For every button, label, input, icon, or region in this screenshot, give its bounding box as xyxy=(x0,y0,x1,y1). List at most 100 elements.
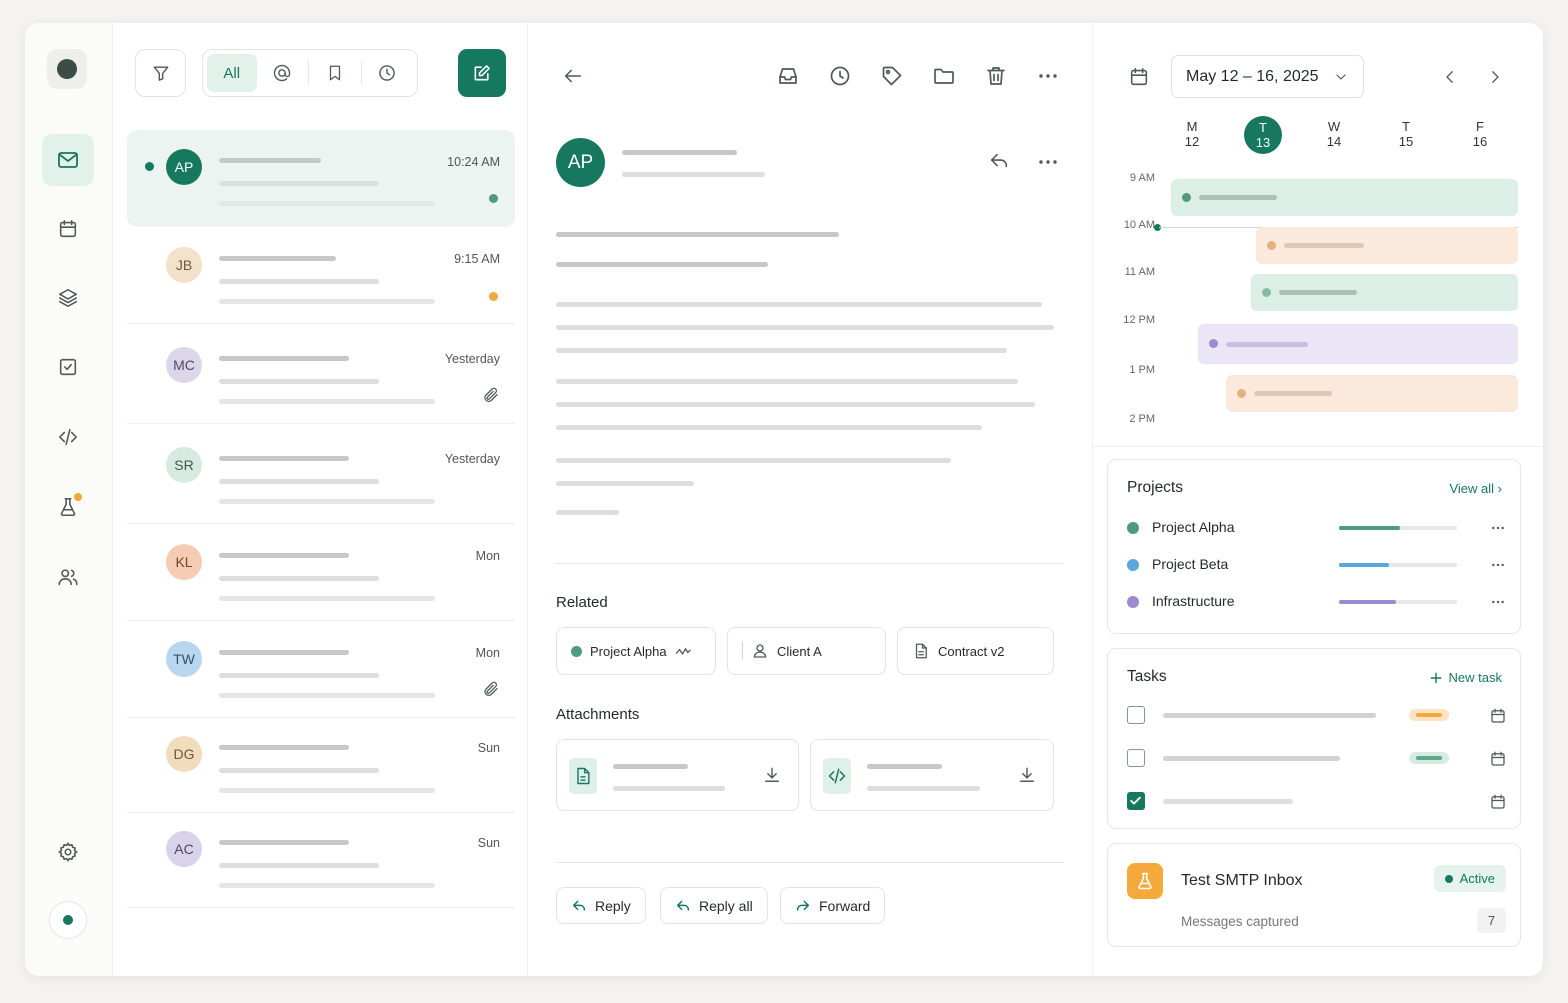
event-dot xyxy=(1182,193,1191,202)
calendar-event[interactable] xyxy=(1226,375,1518,412)
reply-icon-button[interactable] xyxy=(988,150,1010,172)
trash-icon xyxy=(987,67,1005,85)
rail-tasks-button[interactable] xyxy=(42,341,94,393)
sender-name-placeholder xyxy=(219,553,349,558)
tab-snoozed[interactable] xyxy=(361,54,413,92)
more-horizontal-icon[interactable] xyxy=(1489,520,1507,536)
view-all-link[interactable]: View all › xyxy=(1449,481,1502,496)
calendar-event[interactable] xyxy=(1198,324,1518,364)
rail-layers-button[interactable] xyxy=(42,272,94,324)
mail-list-item[interactable]: KL Mon xyxy=(127,525,515,621)
task-checkbox-checked[interactable] xyxy=(1127,792,1145,810)
back-button[interactable] xyxy=(562,65,584,87)
download-button[interactable] xyxy=(762,765,782,785)
calendar-icon[interactable] xyxy=(1489,793,1507,811)
day-column[interactable]: T 15 xyxy=(1386,119,1426,149)
more-horizontal-icon[interactable] xyxy=(1489,557,1507,573)
calendar-toggle-button[interactable] xyxy=(1128,66,1150,88)
more-horizontal-icon[interactable] xyxy=(1489,594,1507,610)
archive-button[interactable] xyxy=(776,64,800,88)
calendar-icon[interactable] xyxy=(1489,750,1507,768)
hour-label: 10 AM xyxy=(1123,219,1155,231)
rail-settings-button[interactable] xyxy=(42,826,94,878)
label-button[interactable] xyxy=(880,64,904,88)
compose-icon xyxy=(474,65,490,81)
clock-icon xyxy=(830,66,850,86)
rail-lab-button[interactable] xyxy=(42,481,94,533)
hour-label: 9 AM xyxy=(1129,172,1155,184)
next-week-button[interactable] xyxy=(1486,68,1504,86)
sender-avatar[interactable]: AP xyxy=(556,138,605,187)
attachments-heading: Attachments xyxy=(556,706,640,723)
task-row[interactable] xyxy=(1127,792,1507,812)
move-to-folder-button[interactable] xyxy=(932,64,956,88)
project-row[interactable]: Project Alpha xyxy=(1127,518,1507,538)
presence-status[interactable] xyxy=(49,901,87,939)
rail-code-button[interactable] xyxy=(42,411,94,463)
tab-saved[interactable] xyxy=(309,54,361,92)
day-column[interactable]: M 12 xyxy=(1172,119,1212,149)
calendar-event[interactable] xyxy=(1251,274,1518,311)
event-title-placeholder xyxy=(1254,391,1332,396)
mail-list-item[interactable]: SR Yesterday xyxy=(127,428,515,524)
previous-week-button[interactable] xyxy=(1441,68,1459,86)
received-time: Yesterday xyxy=(444,452,500,466)
delete-button[interactable] xyxy=(984,64,1008,88)
task-row[interactable] xyxy=(1127,706,1507,726)
sender-name-placeholder xyxy=(219,158,321,163)
reply-all-icon xyxy=(676,900,690,911)
priority-badge xyxy=(1409,709,1449,721)
date-range-label: May 12 – 16, 2025 xyxy=(1186,67,1319,85)
day-column[interactable]: F 16 xyxy=(1460,119,1500,149)
mail-list-item[interactable]: AC Sun xyxy=(127,812,515,908)
rail-mail-button[interactable] xyxy=(42,134,94,186)
mail-list-item[interactable]: TW Mon xyxy=(127,622,515,718)
body-line-placeholder xyxy=(556,325,1054,330)
calendar-event[interactable] xyxy=(1256,227,1518,264)
document-icon xyxy=(915,643,927,659)
reply-all-button[interactable]: Reply all xyxy=(660,887,768,924)
date-range-select[interactable]: May 12 – 16, 2025 xyxy=(1171,55,1364,98)
day-column[interactable]: W 14 xyxy=(1314,119,1354,149)
snooze-button[interactable] xyxy=(828,64,852,88)
rail-contacts-button[interactable] xyxy=(42,551,94,603)
related-project-chip[interactable]: Project Alpha xyxy=(556,627,716,675)
task-row[interactable] xyxy=(1127,749,1507,769)
mail-list-item[interactable]: AP 10:24 AM xyxy=(127,130,515,227)
filter-button[interactable] xyxy=(135,49,186,97)
task-checkbox[interactable] xyxy=(1127,706,1145,724)
attachment-card[interactable] xyxy=(556,739,799,811)
reply-button[interactable]: Reply xyxy=(556,887,646,924)
received-time: Mon xyxy=(475,549,500,563)
rail-calendar-button[interactable] xyxy=(42,203,94,255)
workspace-logo[interactable] xyxy=(47,49,87,89)
completed-task-placeholder xyxy=(1163,799,1293,804)
message-more-button[interactable] xyxy=(1036,150,1060,174)
compose-button[interactable] xyxy=(458,49,506,97)
download-button[interactable] xyxy=(1017,765,1037,785)
new-task-button[interactable]: New task xyxy=(1429,670,1502,685)
attachment-card[interactable] xyxy=(810,739,1054,811)
tab-all[interactable]: All xyxy=(207,54,257,92)
mail-list-item[interactable]: MC Yesterday xyxy=(127,328,515,424)
calendar-event[interactable] xyxy=(1171,179,1518,216)
body-line-placeholder xyxy=(556,402,1035,407)
day-column-today[interactable]: T 13 xyxy=(1244,116,1282,154)
mail-list-item[interactable]: DG Sun xyxy=(127,717,515,813)
related-contract-chip[interactable]: Contract v2 xyxy=(897,627,1054,675)
project-row[interactable]: Project Beta xyxy=(1127,555,1507,575)
tasks-card: Tasks New task xyxy=(1107,648,1521,829)
messages-captured-count: 7 xyxy=(1477,908,1506,933)
mail-list-item[interactable]: JB 9:15 AM xyxy=(127,228,515,324)
subject-placeholder xyxy=(219,379,379,384)
tab-mentions[interactable] xyxy=(257,54,309,92)
forward-button[interactable]: Forward xyxy=(780,887,886,924)
at-icon xyxy=(274,64,291,82)
more-actions-button[interactable] xyxy=(1036,64,1060,88)
project-row[interactable]: Infrastructure xyxy=(1127,592,1507,612)
smtp-inbox-card[interactable]: Test SMTP Inbox Active Messages captured… xyxy=(1107,843,1521,947)
calendar-icon[interactable] xyxy=(1489,707,1507,725)
task-checkbox[interactable] xyxy=(1127,749,1145,767)
related-client-chip[interactable]: Client A xyxy=(727,627,886,675)
forward-icon xyxy=(796,900,810,911)
